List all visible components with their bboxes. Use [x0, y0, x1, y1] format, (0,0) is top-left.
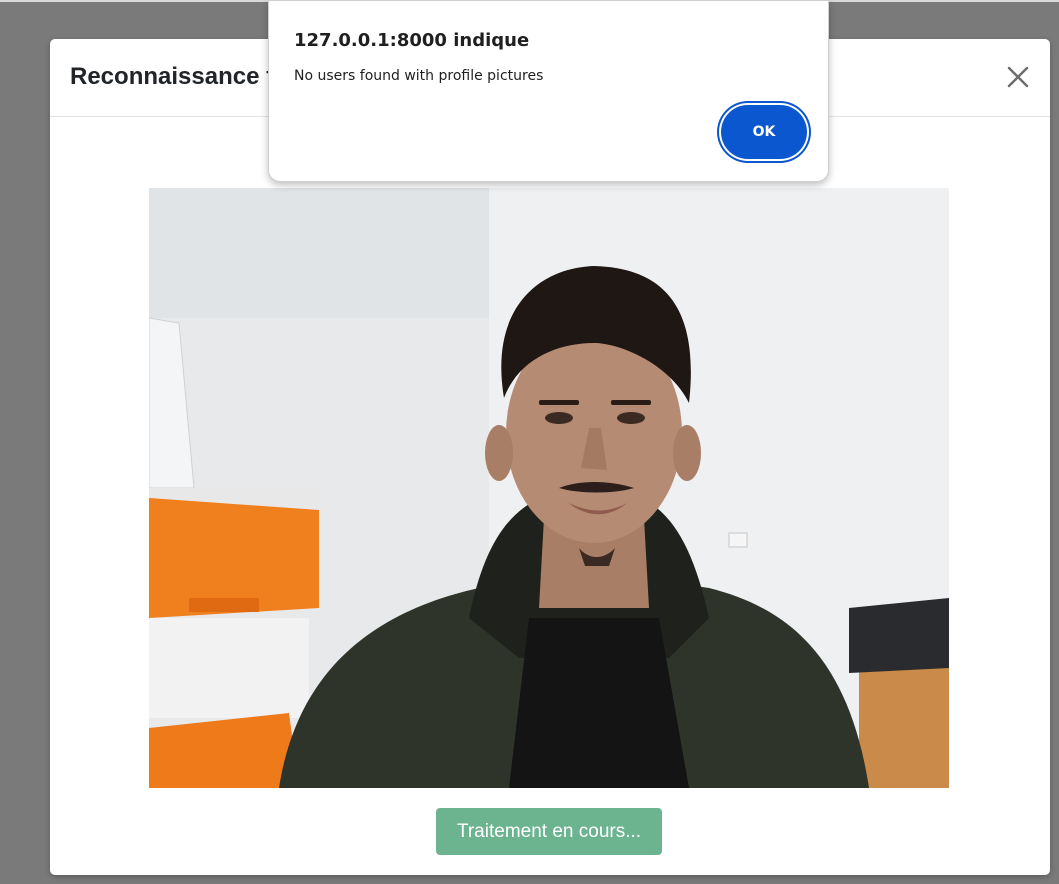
- processing-button[interactable]: Traitement en cours...: [436, 808, 662, 855]
- alert-message: No users found with profile pictures: [294, 68, 544, 84]
- ok-button[interactable]: OK: [721, 105, 807, 159]
- alert-title: 127.0.0.1:8000 indique: [294, 30, 530, 51]
- close-icon[interactable]: [1002, 61, 1034, 93]
- browser-alert-dialog: 127.0.0.1:8000 indique No users found wi…: [268, 0, 829, 182]
- webcam-video-feed: [149, 188, 949, 788]
